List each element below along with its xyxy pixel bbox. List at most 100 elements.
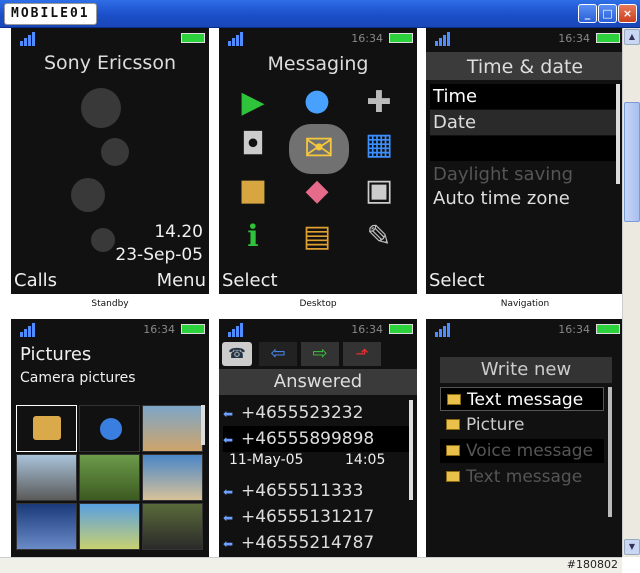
settings-icon[interactable]: ✎ bbox=[357, 220, 401, 254]
close-button[interactable]: × bbox=[618, 4, 637, 23]
window-titlebar: MOBILE01 _ □ × bbox=[0, 0, 640, 28]
horizontal-scrollbar[interactable] bbox=[0, 557, 622, 573]
standby-time: 14.20 bbox=[154, 222, 203, 242]
camera-icon[interactable]: ◘ bbox=[231, 128, 275, 162]
status-bar: 16:34 bbox=[219, 319, 417, 339]
internet-services-icon[interactable]: ▶ bbox=[231, 86, 275, 120]
select-softkey[interactable]: Select bbox=[222, 270, 278, 291]
thumbnail-field[interactable] bbox=[79, 454, 140, 501]
radio-icon[interactable]: ▣ bbox=[357, 174, 401, 208]
missed-tab[interactable]: ⬏ bbox=[343, 342, 381, 366]
signal-icon bbox=[14, 31, 36, 46]
write-new-screen: 16:34 Write new Text message Picture mes… bbox=[426, 319, 624, 557]
vertical-scroll-thumb[interactable] bbox=[624, 102, 640, 222]
call-row[interactable]: ⬅ +46555214787 bbox=[223, 530, 409, 556]
menu-softkey[interactable]: Menu bbox=[157, 270, 206, 291]
list-scrollbar[interactable] bbox=[608, 387, 612, 517]
call-row[interactable]: ⬅ +46555131217 bbox=[223, 504, 409, 530]
status-clock: 16:34 bbox=[351, 323, 383, 336]
media-icon[interactable]: ▦ bbox=[357, 128, 401, 162]
status-clock: 16:34 bbox=[143, 323, 175, 336]
desktop-title: Messaging bbox=[267, 53, 369, 75]
dialled-tab[interactable]: ⇨ bbox=[301, 342, 339, 366]
battery-icon bbox=[596, 324, 620, 334]
menu-item-blank[interactable] bbox=[430, 136, 616, 161]
scroll-down-arrow-icon[interactable]: ▼ bbox=[624, 539, 640, 555]
thumbnail-camera[interactable] bbox=[16, 405, 77, 452]
signal-icon bbox=[222, 322, 244, 337]
envelope-icon bbox=[447, 394, 461, 405]
desktop-caption: Desktop bbox=[299, 299, 337, 309]
status-bar bbox=[11, 28, 209, 48]
thumbnail-beach[interactable] bbox=[142, 454, 203, 501]
status-clock: 16:34 bbox=[351, 32, 383, 45]
incoming-arrow-icon: ⬅ bbox=[223, 537, 234, 551]
signal-icon bbox=[14, 322, 36, 337]
incoming-arrow-icon: ⬅ bbox=[223, 407, 234, 421]
thumbnail-meadow[interactable] bbox=[79, 503, 140, 550]
standby-screen: Sony Ericsson 14.20 23-Sep-05 Calls Menu bbox=[11, 28, 209, 294]
camera-folder-icon bbox=[33, 416, 61, 440]
incoming-arrow-icon: ⬅ bbox=[223, 485, 234, 499]
picture-message-item[interactable]: Picture message bbox=[440, 413, 604, 459]
call-row[interactable]: ⬅ +4655511333 bbox=[223, 478, 409, 504]
call-date: 11-May-05 bbox=[229, 452, 304, 468]
globe-icon[interactable]: ● bbox=[295, 84, 339, 118]
operator-name: Sony Ericsson bbox=[43, 52, 177, 74]
navigation-title: Time & date bbox=[466, 56, 584, 78]
list-scrollbar[interactable] bbox=[616, 84, 620, 184]
menu-item-daylight-saving[interactable]: Daylight saving bbox=[430, 162, 616, 187]
organizer-icon[interactable]: ▤ bbox=[295, 220, 339, 254]
grid-scrollbar[interactable] bbox=[201, 405, 205, 445]
voice-message-item[interactable]: Voice message bbox=[440, 439, 604, 463]
menu-item-auto-time-zone[interactable]: Auto time zone bbox=[430, 186, 616, 211]
navigation-caption: Navigation bbox=[500, 299, 550, 309]
maximize-button[interactable]: □ bbox=[598, 4, 617, 23]
incoming-arrow-icon: ⬅ bbox=[223, 433, 234, 447]
status-bar: 16:34 bbox=[426, 28, 624, 48]
menu-item-time[interactable]: Time bbox=[430, 84, 616, 109]
battery-icon bbox=[181, 33, 205, 43]
file-manager-icon[interactable]: ■ bbox=[231, 174, 275, 208]
scroll-up-arrow-icon[interactable]: ▲ bbox=[624, 29, 640, 45]
select-softkey[interactable]: Select bbox=[429, 270, 485, 291]
text-message-item-repeat[interactable]: Text message bbox=[440, 465, 604, 489]
standby-caption: Standby bbox=[91, 299, 129, 309]
thumbnail-jeep[interactable] bbox=[142, 503, 203, 550]
watermark-id: #180802 bbox=[566, 558, 618, 571]
answered-tab[interactable]: ⇦ bbox=[259, 342, 297, 366]
status-bar: 16:34 bbox=[219, 28, 417, 48]
minimize-button[interactable]: _ bbox=[578, 4, 597, 23]
menu-item-date[interactable]: Date bbox=[430, 110, 616, 135]
thumbnail-lake[interactable] bbox=[16, 503, 77, 550]
picture-envelope-icon bbox=[446, 419, 460, 430]
messaging-icon[interactable]: ✉ bbox=[289, 124, 349, 174]
globe-icon bbox=[100, 418, 122, 440]
all-calls-tab[interactable]: ☎ bbox=[222, 342, 252, 366]
standby-date: 23-Sep-05 bbox=[115, 245, 203, 265]
signal-icon bbox=[429, 31, 451, 46]
thumbnail-balloons[interactable] bbox=[142, 405, 203, 452]
status-clock: 16:34 bbox=[558, 32, 590, 45]
call-list-screen: 16:34 ☎ ⇦ ⇨ ⬏ Answered ⬅ +4655523232 ⬅ +46… bbox=[219, 319, 417, 557]
signal-icon bbox=[222, 31, 244, 46]
thumbnail-globe[interactable] bbox=[79, 405, 140, 452]
write-new-title: Write new bbox=[440, 357, 612, 383]
calls-info-icon[interactable]: ℹ bbox=[231, 220, 275, 254]
status-bar: 16:34 bbox=[11, 319, 209, 339]
calls-softkey[interactable]: Calls bbox=[14, 270, 57, 291]
battery-icon bbox=[181, 324, 205, 334]
games-icon[interactable]: ✚ bbox=[357, 86, 401, 120]
text-message-item[interactable]: Text message bbox=[440, 387, 604, 411]
voice-envelope-icon bbox=[446, 445, 460, 456]
list-scrollbar[interactable] bbox=[409, 400, 413, 500]
vertical-scrollbar[interactable]: ▲ ▼ bbox=[622, 28, 640, 557]
thumbnail-road[interactable] bbox=[16, 454, 77, 501]
pictures-subtitle: Camera pictures bbox=[20, 370, 136, 386]
call-row-selected[interactable]: ⬅ +46555899898 bbox=[223, 426, 409, 452]
phonebook-icon[interactable]: ◆ bbox=[295, 174, 339, 208]
call-row[interactable]: ⬅ +4655523232 bbox=[223, 400, 409, 426]
envelope-icon bbox=[446, 471, 460, 482]
mobile01-logo: MOBILE01 bbox=[4, 3, 97, 25]
battery-icon bbox=[389, 324, 413, 334]
